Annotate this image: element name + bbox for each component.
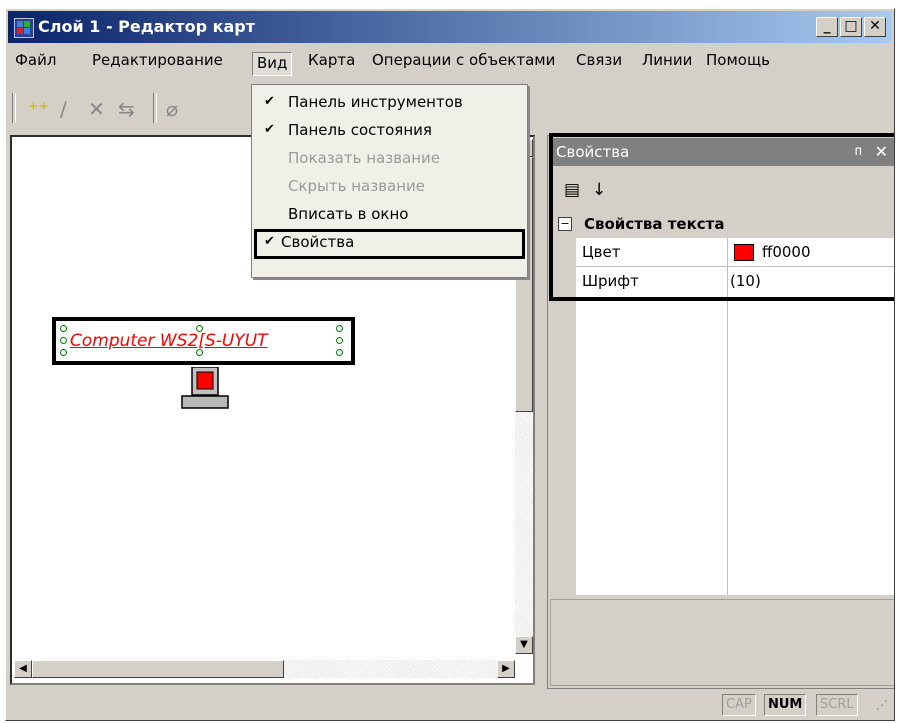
properties-panel: Свойства ᴨ ✕ ▤ ↓ − Свойства текста Цвет …	[547, 135, 894, 689]
eraser-icon[interactable]: ⌀	[166, 97, 178, 121]
property-description-pane	[550, 599, 894, 686]
resize-handle[interactable]	[336, 349, 343, 356]
menu-item-properties[interactable]: ✔ Свойства	[254, 229, 525, 259]
resize-handle[interactable]	[336, 337, 343, 344]
scroll-lock-indicator: SCRL	[816, 694, 858, 716]
scroll-down-button[interactable]: ▼	[515, 636, 533, 654]
window-title: Слой 1 - Редактор карт	[38, 17, 255, 36]
menu-item-statusbar[interactable]: ✔ Панель состояния	[252, 117, 525, 143]
app-icon	[14, 18, 34, 38]
pin-icon[interactable]: ᴨ	[855, 138, 862, 166]
menu-item-show-name: Показать название	[252, 145, 525, 171]
properties-title-bar[interactable]: Свойства ᴨ ✕	[550, 138, 894, 166]
scroll-left-button[interactable]: ◀	[14, 660, 32, 678]
horizontal-scrollbar[interactable]: ◀ ▶	[14, 660, 515, 678]
menu-bar: Файл Редактирование Вид Карта Операции с…	[8, 45, 892, 76]
menu-file[interactable]: Файл	[15, 50, 56, 72]
status-bar: CAP NUM SCRL ⋰	[8, 688, 892, 718]
property-grid: − Свойства текста Цвет ff0000 Шрифт (10)	[550, 210, 894, 595]
collapse-icon[interactable]: −	[558, 217, 572, 231]
close-icon[interactable]: ✕	[875, 138, 888, 166]
close-button[interactable]: ✕	[864, 17, 886, 37]
property-value[interactable]: ff0000	[762, 238, 811, 266]
alphabetical-sort-icon[interactable]: ↓	[592, 180, 606, 200]
scroll-right-button[interactable]: ▶	[497, 660, 515, 678]
toolbar-separator	[12, 93, 16, 123]
categorized-view-icon[interactable]: ▤	[564, 180, 580, 200]
map-editor-window: Слой 1 - Редактор карт _ □ ✕ Файл Редакт…	[5, 8, 895, 721]
menu-item-label: Скрыть название	[288, 177, 426, 195]
menu-help[interactable]: Помощь	[706, 50, 770, 72]
menu-item-fit-window[interactable]: Вписать в окно	[252, 201, 525, 227]
resize-handle[interactable]	[60, 337, 67, 344]
category-label: Свойства текста	[584, 215, 725, 233]
menu-links[interactable]: Связи	[576, 50, 622, 72]
menu-item-label: Свойства	[281, 233, 355, 251]
toolbar-separator	[153, 93, 157, 123]
title-bar[interactable]: Слой 1 - Редактор карт _ □ ✕	[8, 11, 892, 43]
selected-text-object[interactable]: Computer WS2[S-UYUT	[52, 317, 355, 365]
resize-handle[interactable]	[336, 325, 343, 332]
menu-view[interactable]: Вид	[252, 52, 293, 76]
menu-map[interactable]: Карта	[308, 50, 355, 72]
maximize-button[interactable]: □	[840, 17, 862, 37]
property-row-color[interactable]: Цвет ff0000	[550, 238, 894, 266]
menu-lines[interactable]: Линии	[642, 50, 692, 72]
resize-handle[interactable]	[60, 325, 67, 332]
computer-icon[interactable]	[180, 367, 232, 412]
property-row-font[interactable]: Шрифт (10)	[550, 267, 894, 295]
add-point-icon[interactable]: ⁺⁺	[28, 97, 49, 121]
menu-item-label: Панель состояния	[288, 121, 432, 139]
property-name: Шрифт	[582, 272, 639, 290]
resize-grip-icon[interactable]: ⋰	[876, 698, 888, 712]
menu-edit[interactable]: Редактирование	[92, 50, 223, 72]
resize-handle[interactable]	[60, 349, 67, 356]
menu-item-hide-name: Скрыть название	[252, 173, 525, 199]
link-icon[interactable]: ⇆	[118, 97, 135, 121]
menu-object-operations[interactable]: Операции с объектами	[372, 50, 555, 72]
properties-title: Свойства	[556, 143, 630, 161]
num-lock-indicator: NUM	[764, 694, 807, 716]
menu-item-label: Панель инструментов	[288, 93, 463, 111]
check-icon: ✔	[264, 122, 275, 137]
property-name: Цвет	[582, 243, 621, 261]
menu-item-label: Вписать в окно	[288, 205, 409, 223]
menu-item-toolbar[interactable]: ✔ Панель инструментов	[252, 89, 525, 115]
check-icon: ✔	[264, 94, 275, 109]
line-icon[interactable]: ∕	[60, 97, 67, 121]
minimize-button[interactable]: _	[816, 17, 838, 37]
horizontal-scroll-thumb[interactable]	[32, 660, 284, 678]
property-value[interactable]: (10)	[730, 267, 761, 295]
property-category[interactable]: − Свойства текста	[550, 210, 894, 238]
color-swatch	[734, 244, 754, 261]
caps-lock-indicator: CAP	[722, 694, 756, 716]
menu-item-label: Показать название	[288, 149, 441, 167]
object-label: Computer WS2[S-UYUT	[70, 331, 268, 351]
delete-icon[interactable]: ✕	[88, 97, 105, 121]
check-icon: ✔	[264, 234, 275, 249]
view-menu-dropdown: ✔ Панель инструментов ✔ Панель состояния…	[251, 84, 528, 278]
